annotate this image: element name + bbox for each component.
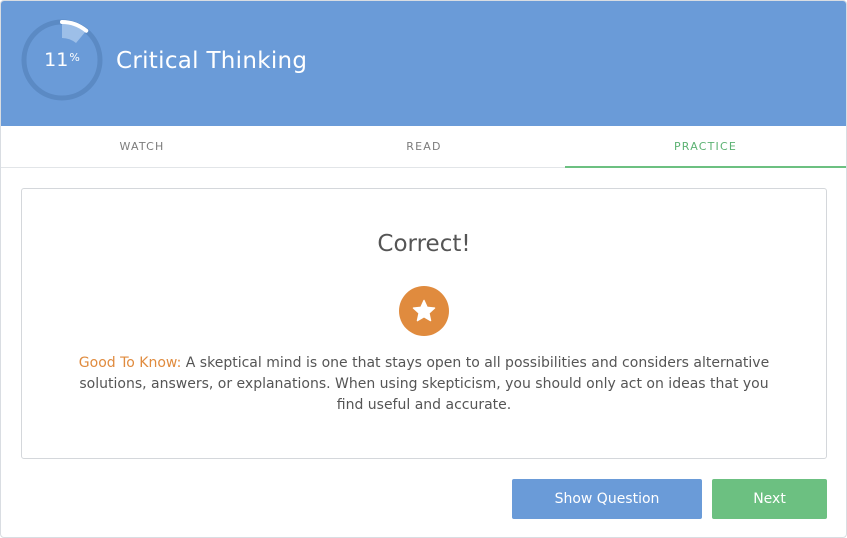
star-badge (399, 286, 449, 336)
result-card: Correct! Good To Know: A skeptical mind … (21, 188, 827, 459)
progress-readout: 11 % (21, 19, 103, 101)
course-title: Critical Thinking (116, 48, 308, 74)
star-icon (412, 299, 436, 322)
good-to-know-label: Good To Know: (78, 355, 182, 371)
lesson-tabs: WATCH READ PRACTICE (1, 126, 846, 168)
result-title: Correct! (377, 231, 471, 257)
lesson-header: 11 % Critical Thinking (1, 1, 846, 126)
progress-ring: 11 % (21, 19, 103, 101)
tab-practice[interactable]: PRACTICE (565, 126, 846, 168)
tab-read[interactable]: READ (283, 126, 565, 167)
good-to-know-body: A skeptical mind is one that stays open … (79, 355, 770, 413)
show-question-button[interactable]: Show Question (512, 479, 702, 519)
progress-unit: % (69, 50, 80, 64)
tab-watch[interactable]: WATCH (1, 126, 283, 167)
lesson-window: 11 % Critical Thinking WATCH READ PRACTI… (0, 0, 847, 538)
progress-value: 11 (44, 49, 69, 71)
good-to-know-text: Good To Know: A skeptical mind is one th… (70, 353, 778, 416)
next-button[interactable]: Next (712, 479, 827, 519)
